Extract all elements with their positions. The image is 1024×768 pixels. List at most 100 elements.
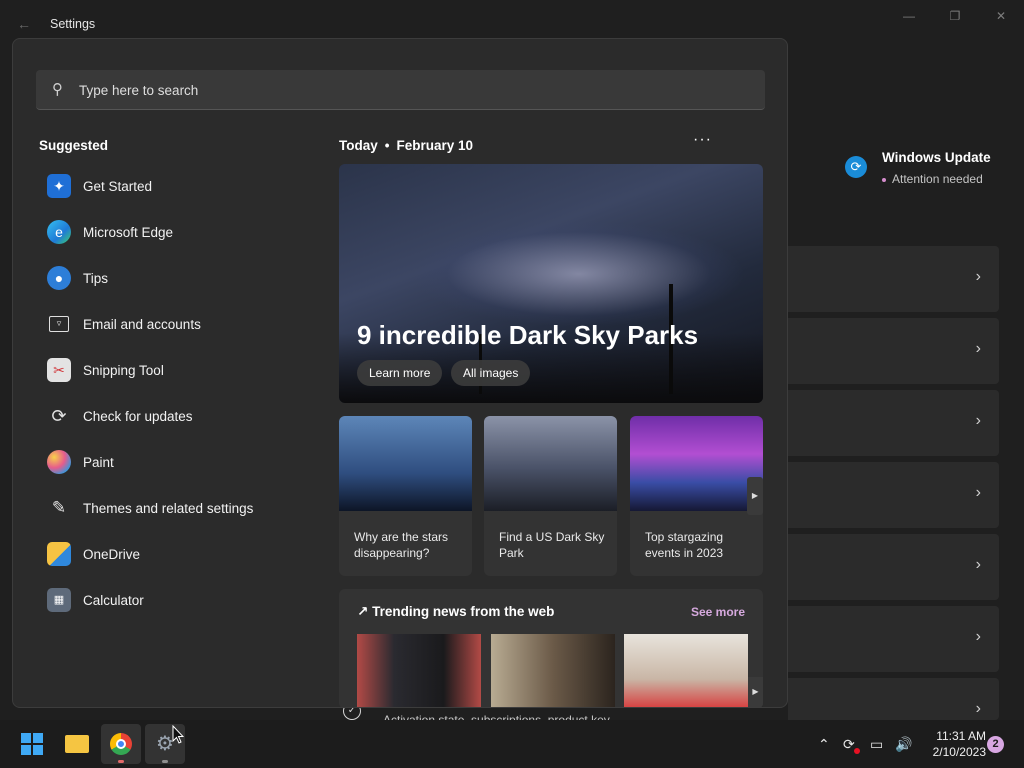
cloud-icon bbox=[47, 542, 71, 566]
suggested-list: ✦ Get Started e Microsoft Edge ● Tips ▿ … bbox=[47, 164, 317, 624]
suggested-item[interactable]: ▦ Calculator bbox=[47, 578, 317, 624]
card-image bbox=[630, 416, 763, 511]
settings-row[interactable]: › bbox=[788, 390, 999, 456]
chrome-button[interactable] bbox=[101, 724, 141, 764]
suggested-item-label: Snipping Tool bbox=[83, 363, 164, 378]
notification-badge[interactable]: 2 bbox=[987, 736, 1004, 753]
trending-heading: ↗ Trending news from the web bbox=[357, 604, 555, 619]
trending-panel: ↗ Trending news from the web See more ▶ bbox=[339, 589, 763, 707]
chevron-right-icon: › bbox=[975, 268, 981, 285]
suggested-item-label: Paint bbox=[83, 455, 114, 470]
calculator-icon: ▦ bbox=[47, 588, 71, 612]
taskbar: ⚙ ⌃ ⟳ ▭ 🔊 11:31 AM 2/10/2023 2 bbox=[0, 720, 1024, 768]
mail-icon: ▿ bbox=[49, 316, 69, 332]
trending-image[interactable] bbox=[357, 634, 481, 707]
chevron-right-icon: › bbox=[975, 340, 981, 357]
chevron-right-icon: › bbox=[975, 412, 981, 429]
get-started-icon: ✦ bbox=[47, 174, 71, 198]
next-arrow-icon[interactable]: ▶ bbox=[748, 677, 763, 707]
folder-icon bbox=[65, 735, 89, 753]
suggested-item[interactable]: ✂ Snipping Tool bbox=[47, 348, 317, 394]
trending-image[interactable] bbox=[491, 634, 615, 707]
file-explorer-button[interactable] bbox=[57, 724, 97, 764]
card-image bbox=[339, 416, 472, 511]
refresh-icon: ⟳ bbox=[51, 406, 67, 426]
settings-row[interactable]: › bbox=[788, 534, 999, 600]
suggested-item-label: Email and accounts bbox=[83, 317, 201, 332]
suggested-item[interactable]: OneDrive bbox=[47, 532, 317, 578]
arrow-left-icon[interactable]: ← bbox=[12, 12, 36, 36]
clock-date: 2/10/2023 bbox=[932, 745, 986, 759]
settings-row[interactable]: › bbox=[788, 678, 999, 720]
sync-icon: ⟳ bbox=[845, 156, 867, 178]
running-indicator bbox=[118, 760, 124, 763]
close-icon[interactable]: ✕ bbox=[978, 6, 1024, 26]
card-caption: Find a US Dark Sky Park bbox=[499, 530, 605, 560]
windows-update-status-text: Attention needed bbox=[882, 172, 983, 186]
clock[interactable]: 11:31 AM 2/10/2023 bbox=[920, 728, 986, 760]
palette-icon bbox=[47, 450, 71, 474]
next-arrow-icon[interactable]: ▶ bbox=[747, 477, 763, 515]
scissors-icon: ✂ bbox=[47, 358, 71, 382]
network-icon[interactable]: ▭ bbox=[870, 720, 883, 768]
recording-indicator bbox=[854, 748, 860, 754]
card-image bbox=[484, 416, 617, 511]
windows-update-title: Windows Update bbox=[882, 150, 991, 165]
brush-icon: ✎ bbox=[51, 498, 67, 517]
suggested-item[interactable]: ● Tips bbox=[47, 256, 317, 302]
suggested-item[interactable]: ✎ Themes and related settings bbox=[47, 486, 317, 532]
start-button[interactable] bbox=[12, 724, 52, 764]
running-indicator bbox=[162, 760, 168, 763]
suggested-item-label: Calculator bbox=[83, 593, 144, 608]
suggested-item-label: OneDrive bbox=[83, 547, 141, 562]
all-images-button[interactable]: All images bbox=[451, 360, 531, 386]
hero-title: 9 incredible Dark Sky Parks bbox=[357, 320, 699, 350]
suggested-heading: Suggested bbox=[39, 138, 109, 153]
chevron-up-icon[interactable]: ⌃ bbox=[818, 720, 830, 768]
chevron-right-icon: › bbox=[975, 628, 981, 645]
news-card[interactable]: Why are the stars disappearing? bbox=[339, 416, 472, 576]
settings-row[interactable]: › bbox=[788, 318, 999, 384]
search-flyout: ⚲ Type here to search Suggested ✦ Get St… bbox=[12, 38, 788, 708]
suggested-item[interactable]: Paint bbox=[47, 440, 317, 486]
suggested-item-label: Check for updates bbox=[83, 409, 193, 424]
suggested-item[interactable]: e Microsoft Edge bbox=[47, 210, 317, 256]
suggested-item-label: Microsoft Edge bbox=[83, 225, 174, 240]
hero-card[interactable]: 9 incredible Dark Sky Parks Learn more A… bbox=[339, 164, 763, 403]
desktop: ← Settings — ❐ ✕ ⟳ Windows Update Attent… bbox=[0, 0, 1024, 768]
mouse-pointer-icon bbox=[172, 725, 184, 744]
chevron-right-icon: › bbox=[975, 484, 981, 501]
sync-tray-icon[interactable]: ⟳ bbox=[843, 720, 855, 768]
suggested-item-label: Themes and related settings bbox=[83, 501, 254, 516]
suggested-item-label: Tips bbox=[83, 271, 109, 286]
search-input[interactable]: Type here to search bbox=[79, 83, 198, 98]
settings-row[interactable]: › bbox=[788, 462, 999, 528]
settings-row[interactable]: › bbox=[788, 606, 999, 672]
suggested-item-label: Get Started bbox=[83, 179, 153, 194]
window-title: Settings bbox=[50, 17, 96, 31]
search-box[interactable]: ⚲ Type here to search bbox=[36, 70, 765, 110]
learn-more-button[interactable]: Learn more bbox=[357, 360, 443, 386]
chrome-icon bbox=[110, 733, 132, 755]
suggested-item[interactable]: ▿ Email and accounts bbox=[47, 302, 317, 348]
see-more-link[interactable]: See more bbox=[691, 605, 745, 619]
suggested-item[interactable]: ⟳ Check for updates bbox=[47, 394, 317, 440]
card-caption: Why are the stars disappearing? bbox=[354, 530, 449, 560]
maximize-icon[interactable]: ❐ bbox=[932, 6, 978, 26]
minimize-icon[interactable]: — bbox=[886, 6, 932, 26]
clock-time: 11:31 AM bbox=[936, 729, 986, 743]
windows-logo-icon bbox=[21, 733, 43, 755]
suggested-item[interactable]: ✦ Get Started bbox=[47, 164, 317, 210]
today-heading: Today • February 10 bbox=[339, 138, 474, 153]
chevron-right-icon: › bbox=[975, 700, 981, 717]
lightbulb-icon: ● bbox=[47, 266, 71, 290]
trending-image[interactable] bbox=[624, 634, 748, 707]
more-options-icon[interactable]: ··· bbox=[693, 131, 712, 149]
edge-icon: e bbox=[47, 220, 71, 244]
news-card[interactable]: Top stargazing events in 2023 bbox=[630, 416, 763, 576]
volume-icon[interactable]: 🔊 bbox=[895, 720, 912, 768]
news-card[interactable]: Find a US Dark Sky Park bbox=[484, 416, 617, 576]
search-icon: ⚲ bbox=[52, 81, 63, 98]
trending-up-icon: ↗ bbox=[357, 604, 373, 619]
settings-row[interactable]: › bbox=[788, 246, 999, 312]
